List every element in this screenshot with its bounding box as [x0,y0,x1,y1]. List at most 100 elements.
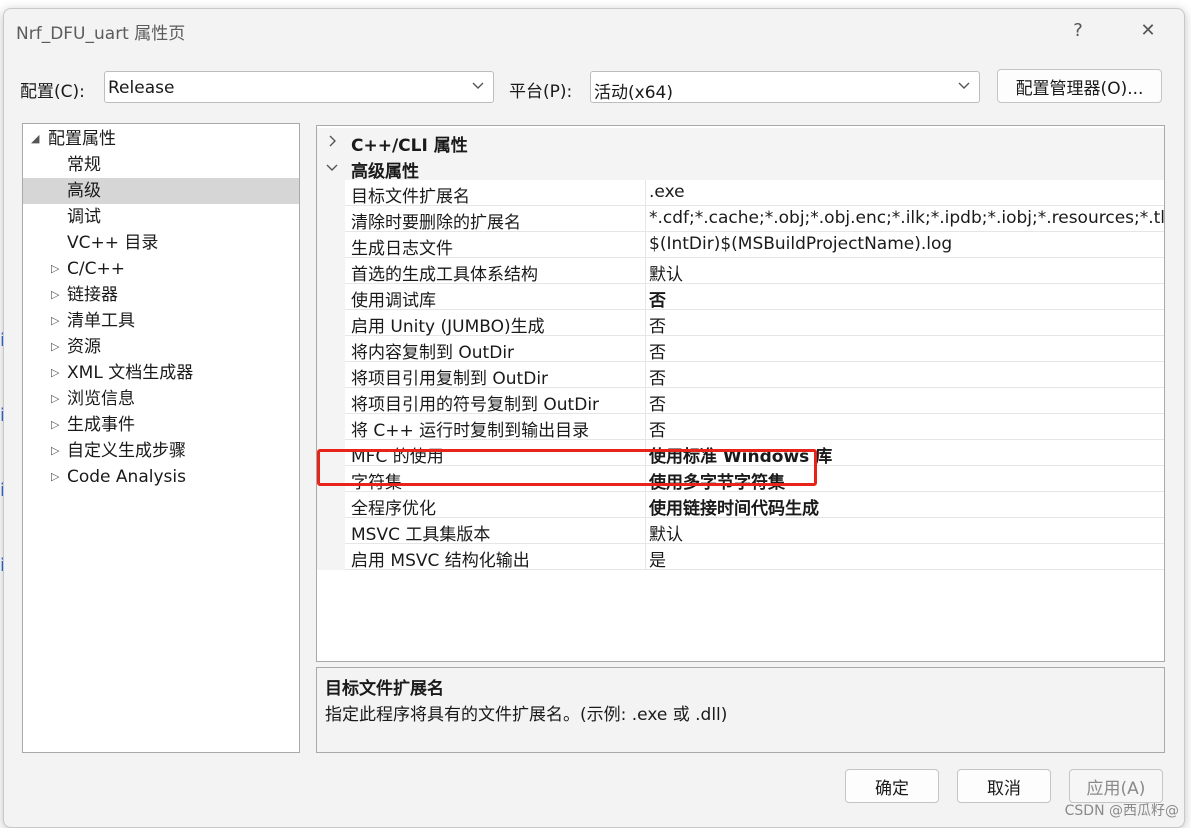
expand-triangle-icon[interactable]: ▷ [51,282,59,308]
property-value[interactable]: 是 [649,546,666,571]
tree-item-label: 资源 [67,337,101,357]
row-gutter [317,232,345,258]
property-value[interactable]: 默认 [649,260,683,285]
expand-triangle-icon[interactable]: ▷ [51,334,59,360]
tree-item-label: 生成事件 [67,415,135,435]
category-label: C++/CLI 属性 [351,136,468,156]
tree-item[interactable]: 高级 [23,178,299,204]
property-row[interactable]: 将内容复制到 OutDir 否 [317,336,1164,363]
expand-triangle-icon[interactable]: ▷ [51,438,59,464]
property-value[interactable]: 否 [649,364,666,389]
category-advanced[interactable]: 高级属性 [317,154,1164,182]
row-gutter [317,518,345,544]
tree-item-root[interactable]: ◢ 配置属性 [23,126,299,152]
property-row[interactable]: 生成日志文件 $(IntDir)$(MSBuildProjectName).log [317,232,1164,259]
tree-item-label: 常规 [67,155,101,175]
title-bar: Nrf_DFU_uart 属性页 ? ✕ [4,9,1184,51]
category-cppcli[interactable]: C++/CLI 属性 [317,128,1164,156]
property-row[interactable]: 将 C++ 运行时复制到输出目录 否 [317,414,1164,441]
property-value[interactable]: .exe [649,182,685,202]
description-panel: 目标文件扩展名 指定此程序将具有的文件扩展名。(示例: .exe 或 .dll) [316,667,1165,753]
property-row[interactable]: 启用 Unity (JUMBO)生成 否 [317,310,1164,337]
property-grid: C++/CLI 属性 高级属性 目标文件扩展名 .exe 清除时要删除的扩展名 *.c… [316,125,1165,662]
tree-item-label: 调试 [67,207,101,227]
apply-button[interactable]: 应用(A) [1069,769,1163,803]
property-value[interactable]: 否 [649,338,666,363]
row-gutter [317,180,345,206]
tree-item[interactable]: ▷ 链接器 [23,282,299,308]
tree-item[interactable]: ▷ 资源 [23,334,299,360]
expanded-triangle-icon[interactable]: ◢ [31,126,39,152]
property-row[interactable]: 目标文件扩展名 .exe [317,180,1164,207]
expand-triangle-icon[interactable]: ▷ [51,386,59,412]
property-pages-dialog: Nrf_DFU_uart 属性页 ? ✕ 配置(C): Release 平台(P… [3,8,1185,828]
tree-item-label: VC++ 目录 [67,233,159,253]
dialog-title: Nrf_DFU_uart 属性页 [16,24,186,44]
tree-item[interactable]: 调试 [23,204,299,230]
tree-item[interactable]: 常规 [23,152,299,178]
property-value[interactable]: *.cdf;*.cache;*.obj;*.obj.enc;*.ilk;*.ip… [649,208,1164,228]
property-name: MSVC 工具集版本 [351,525,491,545]
chevron-right-icon[interactable] [325,134,339,148]
help-button[interactable]: ? [1058,15,1098,45]
row-gutter [317,284,345,310]
property-name: 清除时要删除的扩展名 [351,213,521,233]
property-name: 将内容复制到 OutDir [351,343,515,363]
tree-item-label: Code Analysis [67,467,186,487]
watermark: CSDN @西瓜籽@ [1064,803,1179,819]
expand-triangle-icon[interactable]: ▷ [51,256,59,282]
row-gutter [317,258,345,284]
platform-select[interactable]: 活动(x64) [590,71,980,103]
cancel-button[interactable]: 取消 [957,769,1051,803]
property-value[interactable]: 否 [649,390,666,415]
property-name: 首选的生成工具体系结构 [351,265,538,285]
column-separator [645,232,646,258]
tree-item[interactable]: ▷ C/C++ [23,256,299,282]
close-button[interactable]: ✕ [1128,15,1168,45]
property-row[interactable]: 使用调试库 否 [317,284,1164,311]
property-name: 目标文件扩展名 [351,187,470,207]
expand-triangle-icon[interactable]: ▷ [51,360,59,386]
property-row[interactable]: 清除时要删除的扩展名 *.cdf;*.cache;*.obj;*.obj.enc;… [317,206,1164,233]
property-row[interactable]: 将项目引用的符号复制到 OutDir 否 [317,388,1164,415]
ok-button[interactable]: 确定 [845,769,939,803]
tree-item[interactable]: VC++ 目录 [23,230,299,256]
column-separator [645,258,646,284]
property-name: 生成日志文件 [351,239,453,259]
property-value[interactable]: 否 [649,286,666,311]
chevron-down-icon [958,82,970,89]
tree-item[interactable]: ▷ Code Analysis [23,464,299,490]
config-select-value: Release [108,78,175,98]
property-row[interactable]: 启用 MSVC 结构化输出 是 [317,544,1164,571]
tree-item[interactable]: ▷ 浏览信息 [23,386,299,412]
property-value[interactable]: 默认 [649,520,683,545]
tree-item[interactable]: ▷ 清单工具 [23,308,299,334]
expand-triangle-icon[interactable]: ▷ [51,308,59,334]
property-value[interactable]: $(IntDir)$(MSBuildProjectName).log [649,234,952,254]
tree-item[interactable]: ▷ 自定义生成步骤 [23,438,299,464]
property-row[interactable]: 全程序优化 使用链接时间代码生成 [317,492,1164,519]
expand-triangle-icon[interactable]: ▷ [51,412,59,438]
column-separator [645,518,646,544]
row-gutter [317,414,345,440]
config-select[interactable]: Release [104,71,494,103]
property-row[interactable]: 首选的生成工具体系结构 默认 [317,258,1164,285]
property-value[interactable]: 使用链接时间代码生成 [649,494,819,519]
property-value[interactable]: 否 [649,416,666,441]
row-gutter [317,206,345,232]
tree-item-label: 链接器 [67,285,118,305]
expand-triangle-icon[interactable]: ▷ [51,464,59,490]
property-value[interactable]: 否 [649,312,666,337]
description-text: 指定此程序将具有的文件扩展名。(示例: .exe 或 .dll) [325,705,728,725]
row-gutter [317,362,345,388]
property-row[interactable]: MSVC 工具集版本 默认 [317,518,1164,545]
chevron-down-icon[interactable] [325,160,339,174]
config-manager-button[interactable]: 配置管理器(O)... [997,69,1162,103]
property-row[interactable]: 将项目引用复制到 OutDir 否 [317,362,1164,389]
property-name: 将项目引用的符号复制到 OutDir [351,395,600,415]
tree-item[interactable]: ▷ XML 文档生成器 [23,360,299,386]
tree-item-label: 配置属性 [48,129,116,149]
platform-select-value: 活动(x64) [594,83,673,103]
tree-item[interactable]: ▷ 生成事件 [23,412,299,438]
tree-item-label: 自定义生成步骤 [67,441,186,461]
